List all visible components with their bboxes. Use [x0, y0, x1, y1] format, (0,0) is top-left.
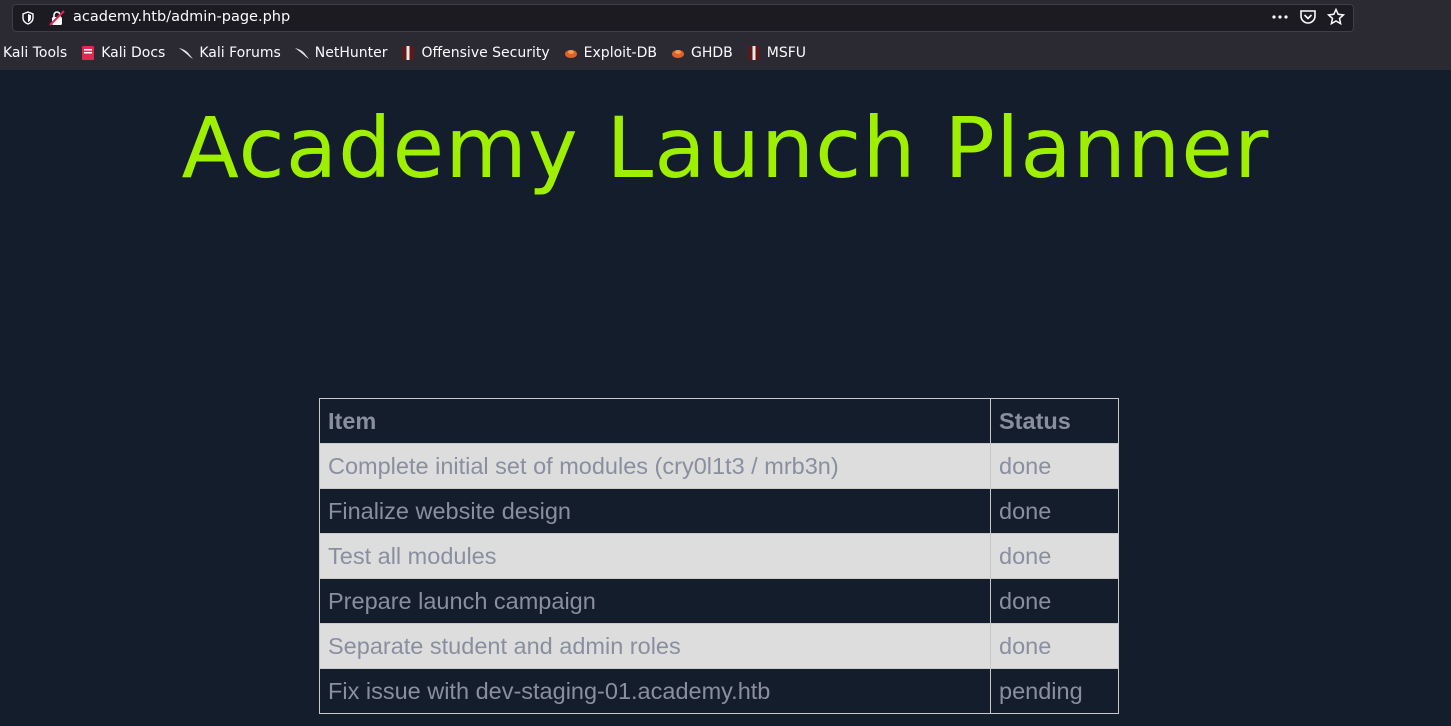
status-cell: done: [990, 533, 1119, 579]
shield-icon[interactable]: [21, 11, 35, 25]
offsec-icon: [747, 46, 760, 60]
offsec-icon: [402, 46, 415, 60]
status-cell: done: [990, 488, 1119, 534]
bookmark-label: Kali Tools: [3, 45, 68, 61]
status-cell: done: [990, 623, 1119, 669]
table-header-row: Item Status: [319, 398, 1119, 444]
header-status: Status: [990, 398, 1119, 444]
bookmark-star-icon[interactable]: [1327, 8, 1345, 26]
item-cell: Separate student and admin roles: [319, 623, 991, 669]
pocket-icon[interactable]: [1299, 8, 1317, 26]
table-row: Prepare launch campaign done: [319, 578, 1119, 624]
bookmarks-toolbar: Kali Tools Kali Docs Kali Forums NetHunt…: [0, 40, 819, 66]
page-content: Academy Launch Planner Item Status Compl…: [0, 70, 1451, 726]
insecure-lock-icon[interactable]: [49, 10, 65, 26]
table-row: Finalize website design done: [319, 488, 1119, 534]
address-bar-actions: [1271, 8, 1345, 26]
bookmark-nethunter[interactable]: NetHunter: [294, 45, 388, 61]
bookmark-label: Offensive Security: [421, 45, 550, 61]
bookmark-offensive-security[interactable]: Offensive Security: [400, 45, 550, 61]
status-cell: pending: [990, 668, 1119, 714]
bookmark-label: Kali Forums: [199, 45, 281, 61]
address-bar[interactable]: academy.htb/admin-page.php: [12, 4, 1354, 32]
bookmark-label: MSFU: [766, 45, 806, 61]
browser-chrome: academy.htb/admin-page.php Kali Tools Ka…: [0, 0, 1451, 70]
bookmark-exploit-db[interactable]: Exploit-DB: [563, 45, 657, 61]
bookmark-ghdb[interactable]: GHDB: [670, 45, 733, 61]
bookmark-msfu[interactable]: MSFU: [746, 45, 806, 61]
table-row: Fix issue with dev-staging-01.academy.ht…: [319, 668, 1119, 714]
bookmark-kali-docs[interactable]: Kali Docs: [80, 45, 165, 61]
table-row: Complete initial set of modules (cry0l1t…: [319, 443, 1119, 489]
item-cell: Finalize website design: [319, 488, 991, 534]
url-text[interactable]: academy.htb/admin-page.php: [73, 9, 290, 25]
kali-dragon-icon: [179, 48, 194, 59]
bookmark-label: Kali Docs: [101, 45, 166, 61]
item-cell: Prepare launch campaign: [319, 578, 991, 624]
bookmark-label: NetHunter: [314, 45, 388, 61]
exploitdb-icon: [564, 50, 577, 58]
item-cell: Complete initial set of modules (cry0l1t…: [319, 443, 991, 489]
bookmark-label: Exploit-DB: [583, 45, 657, 61]
table-row: Separate student and admin roles done: [319, 623, 1119, 669]
bookmark-kali-forums[interactable]: Kali Forums: [178, 45, 281, 61]
launch-planner-table: Item Status Complete initial set of modu…: [319, 398, 1119, 714]
header-item: Item: [319, 398, 991, 444]
bookmark-kali-tools[interactable]: Kali Tools: [3, 45, 67, 61]
item-cell: Fix issue with dev-staging-01.academy.ht…: [319, 668, 991, 714]
more-actions-icon[interactable]: [1271, 8, 1289, 26]
status-cell: done: [990, 443, 1119, 489]
bookmark-label: GHDB: [690, 45, 733, 61]
kali-dragon-icon: [294, 48, 309, 59]
table-row: Test all modules done: [319, 533, 1119, 579]
exploitdb-icon: [671, 50, 684, 58]
item-cell: Test all modules: [319, 533, 991, 579]
kali-docs-icon: [82, 46, 95, 60]
status-cell: done: [990, 578, 1119, 624]
page-title: Academy Launch Planner: [181, 99, 1270, 197]
